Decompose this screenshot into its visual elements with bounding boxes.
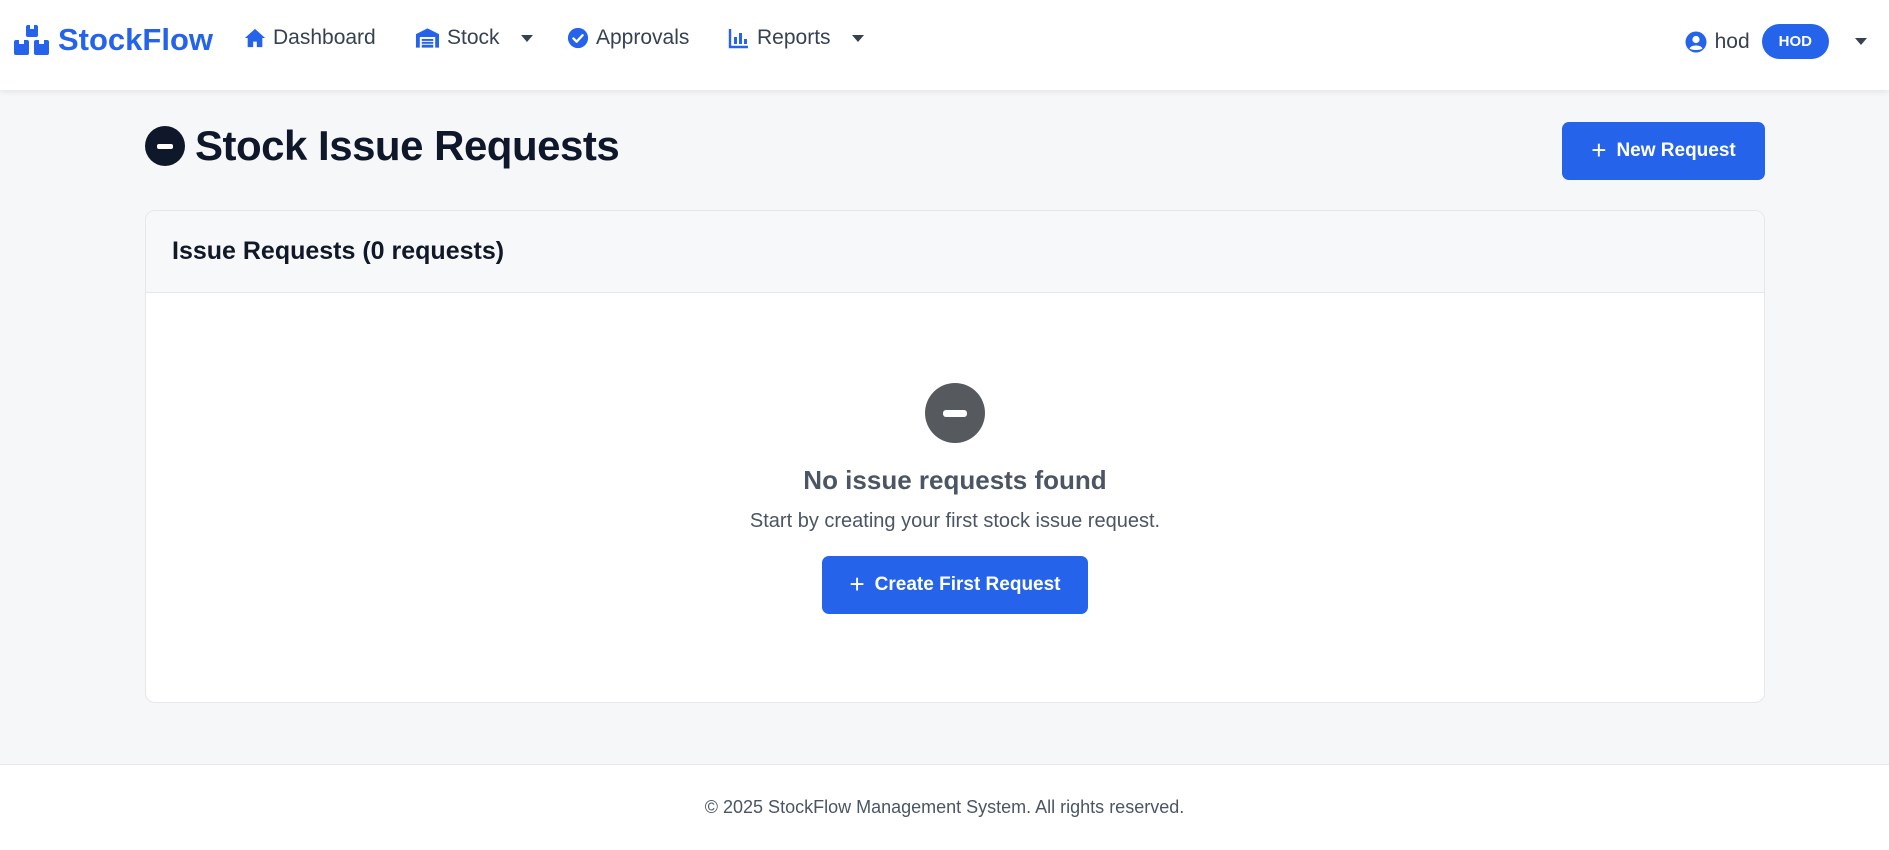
home-icon xyxy=(244,27,266,49)
card-header: Issue Requests (0 requests) xyxy=(146,211,1764,293)
user-circle-icon xyxy=(1685,31,1707,53)
user-menu[interactable]: hod HOD xyxy=(1685,24,1867,59)
plus-icon: + xyxy=(849,568,865,599)
plus-icon: + xyxy=(1591,134,1607,165)
new-request-label: New Request xyxy=(1616,140,1736,161)
nav-item-dashboard[interactable]: Dashboard xyxy=(244,26,376,50)
nav-item-approvals[interactable]: Approvals xyxy=(567,26,689,50)
minus-circle-icon xyxy=(925,383,985,443)
create-first-request-button[interactable]: + Create First Request xyxy=(822,556,1088,614)
footer-text: © 2025 StockFlow Management System. All … xyxy=(704,797,1185,817)
page-title: Stock Issue Requests xyxy=(145,122,620,170)
issue-requests-card: Issue Requests (0 requests) No issue req… xyxy=(145,210,1765,703)
chevron-down-icon xyxy=(851,34,864,42)
chevron-down-icon xyxy=(1855,38,1867,45)
chevron-down-icon xyxy=(520,34,533,42)
nav-label-stock: Stock xyxy=(447,26,500,49)
create-first-request-label: Create First Request xyxy=(874,574,1061,595)
empty-state-title: No issue requests found xyxy=(803,465,1107,495)
check-circle-icon xyxy=(567,27,589,49)
footer: © 2025 StockFlow Management System. All … xyxy=(0,764,1889,850)
user-name: hod xyxy=(1714,29,1750,53)
bar-chart-icon xyxy=(728,27,750,49)
boxes-icon xyxy=(14,25,49,55)
empty-state: No issue requests found Start by creatin… xyxy=(146,293,1764,702)
nav-item-stock[interactable]: Stock xyxy=(415,26,533,50)
nav-label-approvals: Approvals xyxy=(596,26,690,49)
nav-label-reports: Reports xyxy=(757,26,831,49)
page-title-text: Stock Issue Requests xyxy=(195,122,620,169)
nav-label-dashboard: Dashboard xyxy=(273,26,376,49)
minus-circle-icon xyxy=(145,126,185,166)
new-request-button[interactable]: + New Request xyxy=(1562,122,1765,180)
warehouse-icon xyxy=(415,27,440,49)
empty-state-subtitle: Start by creating your first stock issue… xyxy=(749,510,1161,532)
nav-item-reports[interactable]: Reports xyxy=(728,26,864,50)
brand-name: StockFlow xyxy=(58,22,214,57)
top-navbar: StockFlow Dashboard Stock Approvals Repo… xyxy=(0,0,1889,90)
role-badge: HOD xyxy=(1761,24,1829,59)
brand-link[interactable]: StockFlow xyxy=(14,22,213,58)
